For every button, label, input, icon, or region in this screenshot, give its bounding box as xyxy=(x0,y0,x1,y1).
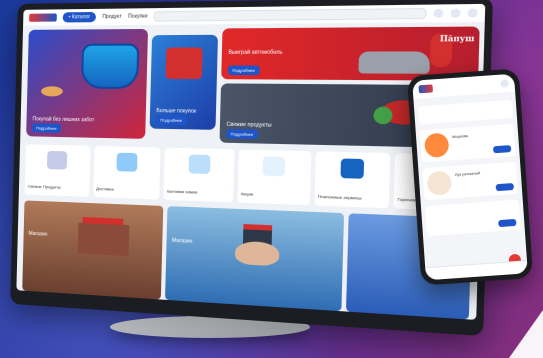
catalog-button[interactable]: • Каталог xyxy=(62,11,97,23)
basket-image xyxy=(80,43,140,90)
hero-card-button[interactable]: Подробнее xyxy=(227,65,260,76)
banner-label: Магазин xyxy=(171,237,193,245)
mobile-nav xyxy=(412,73,516,99)
menu-icon[interactable] xyxy=(500,79,509,88)
tile-label: Акции xyxy=(240,190,254,197)
nav-link-products[interactable]: Продукт xyxy=(102,14,122,20)
mobile-product-card[interactable]: Морковь xyxy=(419,123,516,163)
onion-image xyxy=(426,170,453,196)
hero-card-button[interactable]: Подробнее xyxy=(226,129,258,140)
add-to-cart-button[interactable] xyxy=(495,182,515,192)
product-title: Лук репчатый xyxy=(454,170,481,178)
store-building-image xyxy=(77,222,130,257)
user-icon[interactable] xyxy=(433,8,444,18)
tile-label: Бытовая химия xyxy=(167,188,198,195)
hero-card-title: Выиграй автомобиль xyxy=(228,49,283,56)
mobile-product-card[interactable]: Лук репчатый xyxy=(422,161,519,201)
scooter-icon xyxy=(116,152,138,172)
mobile-product-card[interactable] xyxy=(424,199,521,237)
add-to-cart-button[interactable] xyxy=(498,218,517,228)
banner-store-hand[interactable]: Магазин xyxy=(165,206,345,312)
hand-image xyxy=(234,240,280,267)
tile-payments[interactable]: Платежные сервисы xyxy=(314,151,391,209)
hero-card-button[interactable]: Подробнее xyxy=(32,123,61,133)
top-nav: • Каталог Продукт Покупки xyxy=(23,3,486,26)
carrot-image xyxy=(423,132,450,159)
add-to-cart-button[interactable] xyxy=(492,145,512,154)
receipt-icon xyxy=(262,156,286,177)
cart-icon[interactable] xyxy=(467,8,478,18)
mobile-category-row[interactable] xyxy=(417,99,513,125)
tile-delivery[interactable]: Доставка xyxy=(92,145,161,200)
mobile-tab-bar[interactable] xyxy=(425,260,528,281)
bread-image xyxy=(40,86,63,97)
tile-label: Доставка xyxy=(96,185,114,192)
bottom-banners: Магазин Магазин xyxy=(22,200,472,320)
shopping-bag-image xyxy=(165,47,203,80)
product-title: Морковь xyxy=(451,133,469,140)
hero-card-title: Больше покупок xyxy=(156,107,197,115)
car-image xyxy=(358,51,431,74)
tile-promo[interactable]: Акции xyxy=(237,149,312,206)
hero-card-title: Покупай без лишних забот xyxy=(32,116,95,124)
banner-store-front[interactable]: Магазин xyxy=(22,200,164,300)
tile-label: Свежие Продукты xyxy=(27,183,61,190)
hero-card-button[interactable]: Подробнее xyxy=(155,115,187,126)
tile-fresh[interactable]: Свежие Продукты xyxy=(24,144,91,197)
favorites-icon[interactable] xyxy=(450,8,461,18)
bag-icon xyxy=(188,154,211,175)
nav-link-purchases[interactable]: Покупки xyxy=(128,13,148,19)
mobile-phone: Морковь Лук репчатый xyxy=(406,68,534,286)
banner-label: Магазин xyxy=(28,230,48,238)
brand-logo[interactable] xyxy=(418,84,434,94)
promo-script-text: Пăпуш xyxy=(439,33,475,44)
search-input[interactable] xyxy=(153,7,427,22)
brand-logo[interactable] xyxy=(29,13,57,22)
category-tiles: Свежие Продукты Доставка Бытовая химия А… xyxy=(24,144,474,212)
hero-card-shopping[interactable]: Покупай без лишних забот Подробнее xyxy=(26,28,149,139)
terminal-icon xyxy=(340,158,365,179)
mobile-screen: Морковь Лук репчатый xyxy=(412,73,528,281)
hero-card-title: Свежие продукты xyxy=(226,121,272,129)
truck-icon xyxy=(47,150,68,170)
tile-label: Платежные сервисы xyxy=(317,193,362,201)
hero-card-car-promo[interactable]: Выиграй автомобиль Пăпуш Подробнее xyxy=(221,26,480,81)
arrow-decoration xyxy=(509,310,543,358)
hero-card-bag[interactable]: Больше покупок Подробнее xyxy=(149,34,219,130)
tile-household[interactable]: Бытовая химия xyxy=(163,147,235,203)
